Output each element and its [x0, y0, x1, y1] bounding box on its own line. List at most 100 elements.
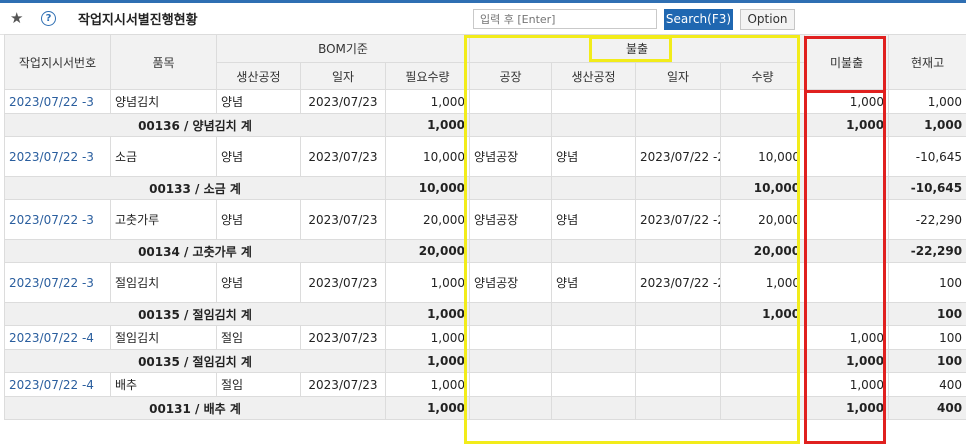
- cell-bom-date: 2023/07/23: [300, 136, 386, 177]
- top-bar: ★ ? 작업지시서별진행현황 Search(F3) Option: [0, 0, 966, 35]
- col-issue-process[interactable]: 생산공정: [551, 62, 637, 90]
- subtotal-label: 00135 / 절임김치 계: [4, 302, 386, 326]
- cell-issue-process: 양념: [551, 262, 637, 303]
- table-row[interactable]: 2023/07/22 -3 양념김치 양념 2023/07/23 1,000 1…: [4, 89, 966, 114]
- cell-not-issued: 1,000: [804, 325, 890, 350]
- col-bom-date[interactable]: 일자: [300, 62, 386, 90]
- cell-required-qty: 10,000: [384, 136, 471, 177]
- cell-issue-date: [635, 89, 722, 114]
- subtotal-issue-qty: [720, 113, 806, 137]
- cell-required-qty: 1,000: [384, 372, 471, 397]
- subtotal-not-issued: 1,000: [804, 349, 890, 373]
- cell-issue-process: [551, 89, 637, 114]
- cell-not-issued: 1,000: [804, 372, 890, 397]
- subtotal-required: 1,000: [384, 396, 471, 420]
- work-order-link[interactable]: 2023/07/22 -3: [4, 199, 111, 240]
- cell-issue-qty: 20,000: [720, 199, 806, 240]
- subtotal-stock: 100: [888, 302, 966, 326]
- subtotal-stock: 100: [888, 349, 966, 373]
- cell-issue-date: [635, 372, 722, 397]
- cell-bom-date: 2023/07/23: [300, 372, 386, 397]
- cell-current-stock: 400: [888, 372, 966, 397]
- cell-bom-process: 절임: [216, 372, 301, 397]
- col-bom-process[interactable]: 생산공정: [216, 62, 301, 90]
- subtotal-not-issued: [804, 302, 890, 326]
- search-input[interactable]: [473, 9, 657, 29]
- cell-bom-process: 양념: [216, 199, 301, 240]
- cell-not-issued: 1,000: [804, 89, 890, 114]
- table-row[interactable]: 2023/07/22 -3 절임김치 양념 2023/07/23 1,000 양…: [4, 262, 966, 303]
- cell-bom-date: 2023/07/23: [300, 325, 386, 350]
- cell-issue-process: [551, 372, 637, 397]
- subtotal-row: 00135 / 절임김치 계 1,000 1,000 100: [4, 349, 966, 373]
- cell-current-stock: -10,645: [888, 136, 966, 177]
- col-issue-factory[interactable]: 공장: [469, 62, 553, 90]
- cell-current-stock: 100: [888, 262, 966, 303]
- cell-current-stock: 100: [888, 325, 966, 350]
- cell-issue-process: 양념: [551, 136, 637, 177]
- cell-issue-factory: [469, 89, 553, 114]
- cell-current-stock: -22,290: [888, 199, 966, 240]
- cell-not-issued: [804, 199, 890, 240]
- subtotal-row: 00136 / 양념김치 계 1,000 1,000 1,000: [4, 113, 966, 137]
- subtotal-label: 00134 / 고춧가루 계: [4, 239, 386, 263]
- table-row[interactable]: 2023/07/22 -3 고춧가루 양념 2023/07/23 20,000 …: [4, 199, 966, 240]
- cell-bom-date: 2023/07/23: [300, 89, 386, 114]
- work-order-link[interactable]: 2023/07/22 -3: [4, 89, 111, 114]
- cell-issue-factory: [469, 372, 553, 397]
- work-order-link[interactable]: 2023/07/22 -4: [4, 372, 111, 397]
- cell-issue-qty: 1,000: [720, 262, 806, 303]
- subtotal-issue-qty: 10,000: [720, 176, 806, 200]
- col-issue-qty[interactable]: 수량: [720, 62, 806, 90]
- cell-item: 절임김치: [110, 325, 217, 350]
- cell-item: 배추: [110, 372, 217, 397]
- cell-issue-factory: 양념공장: [469, 199, 553, 240]
- cell-bom-process: 절임: [216, 325, 301, 350]
- cell-bom-date: 2023/07/23: [300, 262, 386, 303]
- subtotal-label: 00133 / 소금 계: [4, 176, 386, 200]
- search-button[interactable]: Search(F3): [664, 9, 733, 30]
- col-not-issued[interactable]: 미불출: [804, 34, 890, 90]
- col-item[interactable]: 품목: [110, 34, 217, 90]
- subtotal-issue-qty: [720, 349, 806, 373]
- subtotal-required: 1,000: [384, 349, 471, 373]
- subtotal-stock: -10,645: [888, 176, 966, 200]
- subtotal-stock: -22,290: [888, 239, 966, 263]
- col-work-order-no[interactable]: 작업지시서번호: [4, 34, 111, 90]
- col-group-issue: 불출: [469, 34, 806, 63]
- subtotal-stock: 400: [888, 396, 966, 420]
- cell-bom-process: 양념: [216, 89, 301, 114]
- table-row[interactable]: 2023/07/22 -4 배추 절임 2023/07/23 1,000 1,0…: [4, 372, 966, 397]
- subtotal-label: 00136 / 양념김치 계: [4, 113, 386, 137]
- col-issue-date[interactable]: 일자: [635, 62, 722, 90]
- col-bom-required-qty[interactable]: 필요수량: [384, 62, 471, 90]
- col-current-stock[interactable]: 현재고: [888, 34, 966, 90]
- table-row[interactable]: 2023/07/22 -4 절임김치 절임 2023/07/23 1,000 1…: [4, 325, 966, 350]
- subtotal-required: 1,000: [384, 113, 471, 137]
- cell-issue-process: 양념: [551, 199, 637, 240]
- subtotal-row: 00131 / 배추 계 1,000 1,000 400: [4, 396, 966, 420]
- cell-required-qty: 1,000: [384, 325, 471, 350]
- table-row[interactable]: 2023/07/22 -3 소금 양념 2023/07/23 10,000 양념…: [4, 136, 966, 177]
- cell-issue-date: 2023/07/22 -2: [635, 136, 722, 177]
- work-order-link[interactable]: 2023/07/22 -3: [4, 136, 111, 177]
- help-icon[interactable]: ?: [41, 11, 56, 26]
- subtotal-issue-qty: 1,000: [720, 302, 806, 326]
- cell-issue-date: [635, 325, 722, 350]
- cell-issue-qty: [720, 372, 806, 397]
- cell-issue-qty: 10,000: [720, 136, 806, 177]
- cell-bom-process: 양념: [216, 262, 301, 303]
- option-button[interactable]: Option: [740, 9, 795, 30]
- subtotal-row: 00135 / 절임김치 계 1,000 1,000 100: [4, 302, 966, 326]
- cell-not-issued: [804, 262, 890, 303]
- subtotal-required: 20,000: [384, 239, 471, 263]
- cell-issue-date: 2023/07/22 -2: [635, 199, 722, 240]
- subtotal-label: 00135 / 절임김치 계: [4, 349, 386, 373]
- star-icon[interactable]: ★: [10, 9, 23, 27]
- cell-issue-qty: [720, 325, 806, 350]
- cell-issue-factory: 양념공장: [469, 262, 553, 303]
- page-title: 작업지시서별진행현황: [78, 13, 198, 28]
- subtotal-not-issued: 1,000: [804, 396, 890, 420]
- work-order-link[interactable]: 2023/07/22 -4: [4, 325, 111, 350]
- work-order-link[interactable]: 2023/07/22 -3: [4, 262, 111, 303]
